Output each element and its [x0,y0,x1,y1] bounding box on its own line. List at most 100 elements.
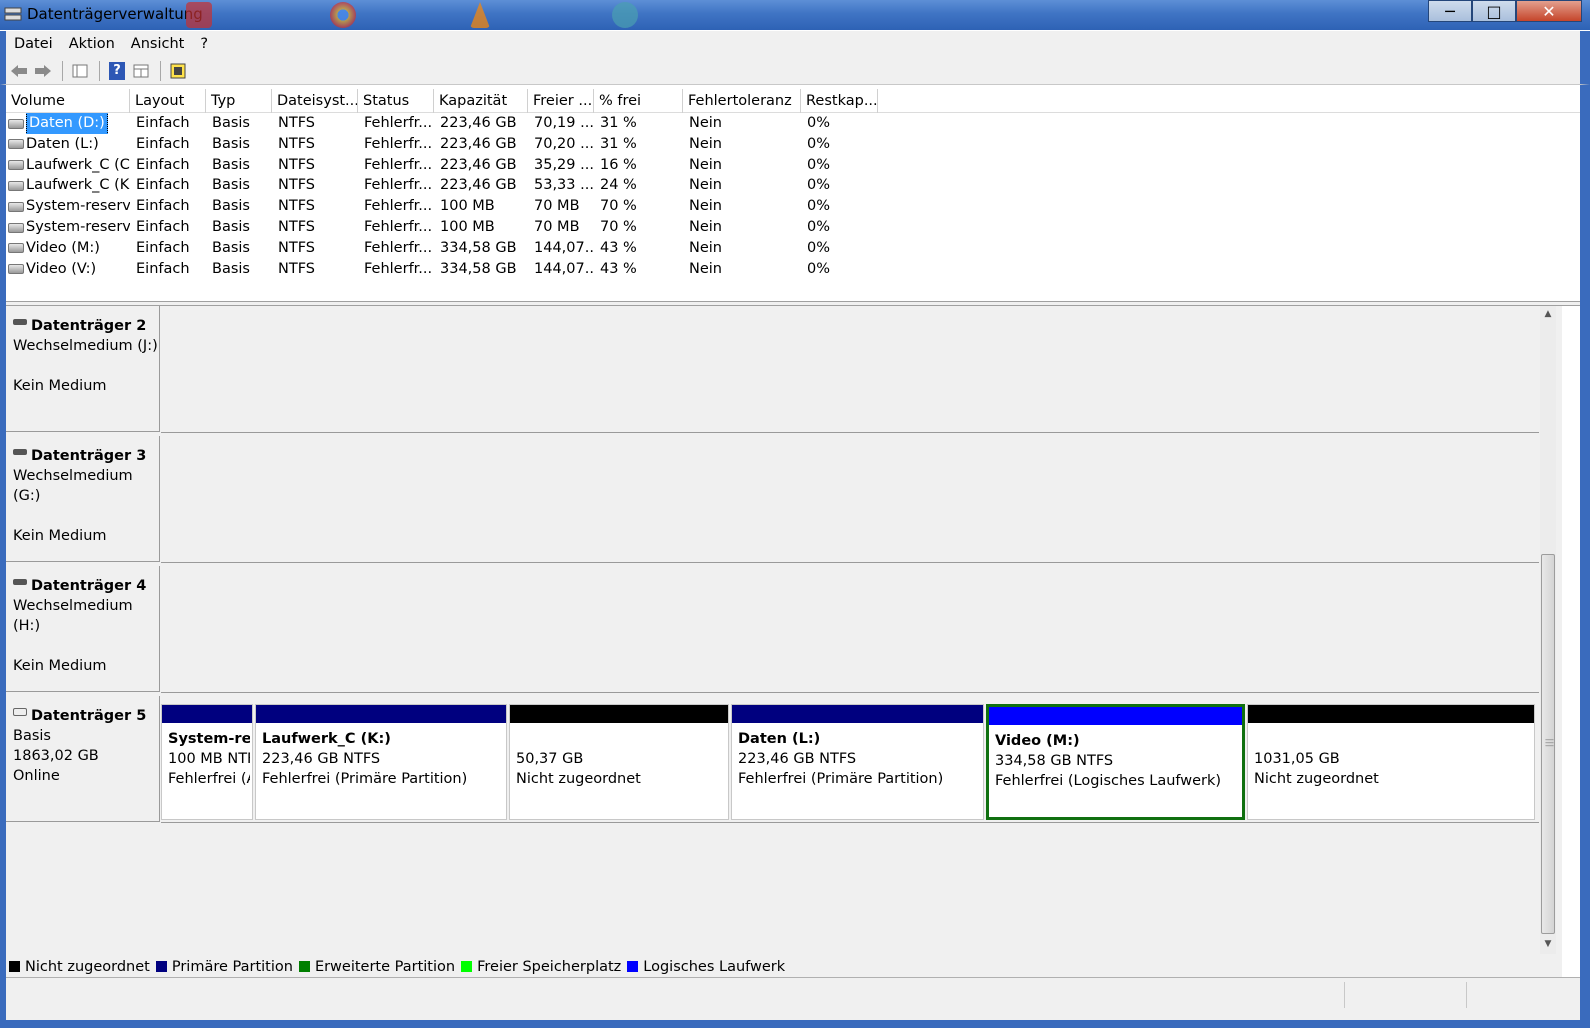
partition-size: 100 MB NTF [168,751,250,767]
cell-typ: Basis [212,260,250,277]
disk-type: Wechselmedium (G:) [13,468,133,504]
cell-layout: Einfach [136,135,190,152]
table-row[interactable]: Video (V:) Einfach Basis NTFS Fehlerfr... 334… [6,259,878,280]
partition[interactable]: Video (M:) 334,58 GB NTFS Fehlerfrei (Logi… [986,704,1245,820]
minimize-button[interactable]: ─ [1428,0,1472,22]
column-restkapazitaet[interactable]: Restkap... [801,89,878,113]
partition-size: 223,46 GB NTFS [262,751,381,767]
cell-fehlertoleranz: Nein [689,135,722,152]
partition-status: Fehlerfrei (Primäre Partition) [738,771,944,787]
toolbar: ? [0,57,1590,85]
cell-layout: Einfach [136,219,190,235]
cell-status: Fehlerfr... [364,239,433,256]
column-typ[interactable]: Typ [206,89,272,113]
cell-prozent-frei: 24 % [600,177,637,194]
window-frame [1580,85,1590,1028]
partition-status: Fehlerfrei (Primäre Partition) [262,771,468,787]
legend-item: Logisches Laufwerk [627,959,785,975]
cell-fehlertoleranz: Nein [689,219,722,235]
partition[interactable]: 50,37 GB Nicht zugeordnet [509,704,729,820]
properties-icon[interactable] [167,60,189,82]
menu-ansicht[interactable]: Ansicht [123,36,193,52]
legend-swatch [461,961,473,972]
close-button[interactable]: ✕ [1516,0,1582,22]
menu-datei[interactable]: Datei [6,36,61,52]
vertical-scrollbar[interactable]: ▲ — — — ▼ [1540,306,1556,954]
column-fehlertoleranz[interactable]: Fehlertoleranz [683,89,801,113]
partition[interactable]: Laufwerk_C (K:) 223,46 GB NTFS Fehlerfrei … [255,704,507,820]
view-icon[interactable] [69,60,91,82]
partition[interactable]: 1031,05 GB Nicht zugeordnet [1247,704,1535,820]
table-row[interactable]: System-reservi... Einfach Basis NTFS Fehlerf… [6,217,878,238]
cell-freier: 144,07... [534,239,594,256]
partition-text: 50,37 GB Nicht zugeordnet [516,729,726,789]
table-row[interactable]: Laufwerk_C (K:) Einfach Basis NTFS Fehlerfr.… [6,175,878,196]
column-freier-speicher[interactable]: Freier ... [528,89,594,113]
table-row[interactable]: Laufwerk_C (C:) Einfach Basis NTFS Fehlerfr.… [6,155,878,176]
partition-text: Laufwerk_C (K:) 223,46 GB NTFS Fehlerfrei … [262,729,504,789]
volume-icon [8,160,24,171]
disk-status: Kein Medium [13,528,107,544]
scroll-up-icon[interactable]: ▲ [1540,306,1556,322]
disk-name: Datenträger 2 [31,318,147,334]
back-icon[interactable] [8,60,30,82]
disk-label[interactable]: Datenträger 2 Wechselmedium (J:) Kein Me… [6,306,160,432]
cell-prozent-frei: 43 % [600,260,637,277]
cell-restkapazitaet: 0% [807,177,831,194]
legend-swatch [155,961,167,972]
volume-name: Video (V:) [26,260,97,277]
table-row[interactable]: Daten (D:) Einfach Basis NTFS Fehlerfr... 223… [6,113,878,134]
title-bar: Datenträgerverwaltung ─ □ ✕ [0,0,1590,30]
disk-label[interactable]: Datenträger 4 Wechselmedium (H:) Kein Me… [6,566,160,692]
partition-name: System-res [168,731,250,747]
cell-restkapazitaet: 0% [807,260,831,277]
legend: Nicht zugeordnet Primäre Partition Erweite… [6,956,1562,977]
column-layout[interactable]: Layout [130,89,206,113]
help-icon[interactable]: ? [106,60,128,82]
partition[interactable]: Daten (L:) 223,46 GB NTFS Fehlerfrei (Prim… [731,704,984,820]
cell-status: Fehlerfr... [364,219,433,235]
maximize-button[interactable]: □ [1472,0,1516,22]
cell-volume: Laufwerk_C (C:) [6,155,130,176]
cell-fehlertoleranz: Nein [689,198,722,215]
partition-name [516,729,726,749]
column-dateisystem[interactable]: Dateisyst... [272,89,358,113]
column-status[interactable]: Status [358,89,434,113]
cell-dateisystem: NTFS [278,198,315,215]
view-list-icon[interactable] [130,60,152,82]
cell-kapazitaet: 100 MB [440,219,495,235]
table-row[interactable]: Video (M:) Einfach Basis NTFS Fehlerfr... 334… [6,238,878,259]
menu-aktion[interactable]: Aktion [61,36,123,52]
scrollbar-thumb[interactable]: — — — [1541,554,1555,934]
table-row[interactable]: System-reservi... Einfach Basis NTFS Fehlerf… [6,196,878,217]
cell-kapazitaet: 100 MB [440,198,495,215]
legend-swatch [9,961,20,972]
partition[interactable]: System-res 100 MB NTF Fehlerfrei (A [161,704,253,820]
disk-label[interactable]: Datenträger 5 Basis 1863,02 GB Online [6,696,160,822]
cell-kapazitaet: 223,46 GB [440,177,517,194]
cell-kapazitaet: 223,46 GB [440,156,517,173]
disk-label[interactable]: Datenträger 3 Wechselmedium (G:) Kein Me… [6,436,160,562]
column-prozent-frei[interactable]: % frei [594,89,683,113]
disk-status: Kein Medium [13,378,107,394]
table-row[interactable]: Daten (L:) Einfach Basis NTFS Fehlerfr... 223… [6,134,878,155]
volume-icon [8,139,24,150]
disk-size: 1863,02 GB [13,748,99,764]
column-volume[interactable]: Volume [6,89,130,113]
disk-status: Kein Medium [13,658,107,674]
partition-size: 223,46 GB NTFS [738,751,857,767]
cell-kapazitaet: 334,58 GB [440,260,517,277]
removable-disk-icon [13,319,27,325]
cell-typ: Basis [212,219,250,235]
cell-restkapazitaet: 0% [807,115,831,131]
column-kapazitaet[interactable]: Kapazität [434,89,528,113]
menu-help[interactable]: ? [192,36,216,52]
volume-name: Daten (L:) [26,135,99,152]
disk-name: Datenträger 4 [31,578,147,594]
scroll-down-icon[interactable]: ▼ [1540,936,1556,952]
forward-icon[interactable] [32,60,54,82]
cell-status: Fehlerfr... [364,198,433,215]
status-cell [1466,982,1467,1008]
volume-name: Laufwerk_C (C:) [26,156,130,173]
cell-typ: Basis [212,239,250,256]
